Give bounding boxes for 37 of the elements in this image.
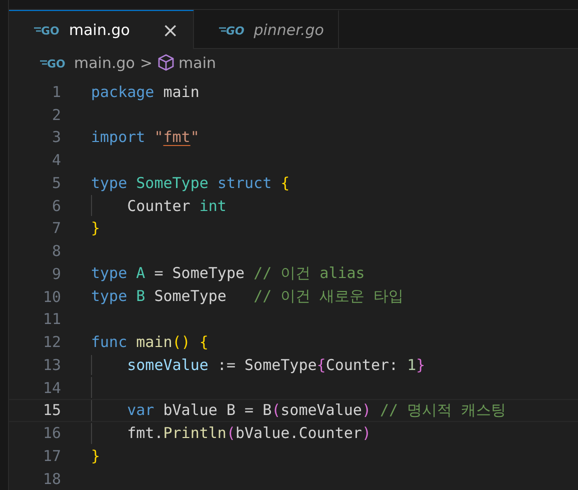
line-number: 10 — [42, 288, 61, 306]
line-number: 14 — [42, 378, 61, 397]
line-number: 17 — [42, 446, 61, 465]
close-icon[interactable]: × — [162, 18, 179, 42]
line-number: 13 — [42, 356, 61, 374]
chevron-icon: > — [140, 54, 153, 72]
breadcrumb-item[interactable]: main — [178, 54, 216, 72]
line-number: 1 — [50, 82, 61, 101]
line-number: 2 — [50, 106, 61, 124]
code-line: type B SomeType // 이건 새로운 타입 — [91, 287, 404, 306]
code-line: someValue := SomeType{Counter: 1} — [126, 356, 426, 374]
line-number: 8 — [50, 242, 61, 260]
cube-icon — [158, 54, 174, 72]
line-number: 9 — [50, 264, 61, 283]
line-number: 11 — [42, 310, 61, 328]
code-line: } — [91, 219, 100, 238]
line-number: 3 — [50, 128, 61, 146]
code-line: type A = SomeType // 이건 alias — [91, 264, 365, 284]
line-number: 6 — [50, 196, 61, 215]
line-number: 18 — [42, 470, 61, 488]
line-number: 5 — [50, 174, 61, 192]
editor-tab[interactable]: GO main.go × — [9, 10, 194, 50]
code-line: var bValue B = B(someValue) // 명시적 캐스팅 — [126, 400, 506, 420]
line-number: 15 — [42, 401, 61, 420]
line-number: 4 — [50, 151, 61, 170]
breadcrumb-item[interactable]: main.go — [74, 54, 135, 72]
code-line: } — [91, 446, 100, 465]
editor-tab[interactable]: GO pinner.go — [194, 10, 339, 48]
line-number: 12 — [42, 333, 61, 352]
line-number: 16 — [42, 424, 61, 442]
code-line: package main — [91, 82, 200, 101]
code-line: type SomeType struct { — [91, 174, 290, 192]
code-line: func main() { — [91, 333, 208, 352]
code-line: Counter int — [126, 196, 226, 215]
code-line: import "fmt" — [91, 128, 200, 146]
code-line: fmt.Println(bValue.Counter) — [126, 424, 371, 442]
line-number: 7 — [50, 219, 61, 238]
